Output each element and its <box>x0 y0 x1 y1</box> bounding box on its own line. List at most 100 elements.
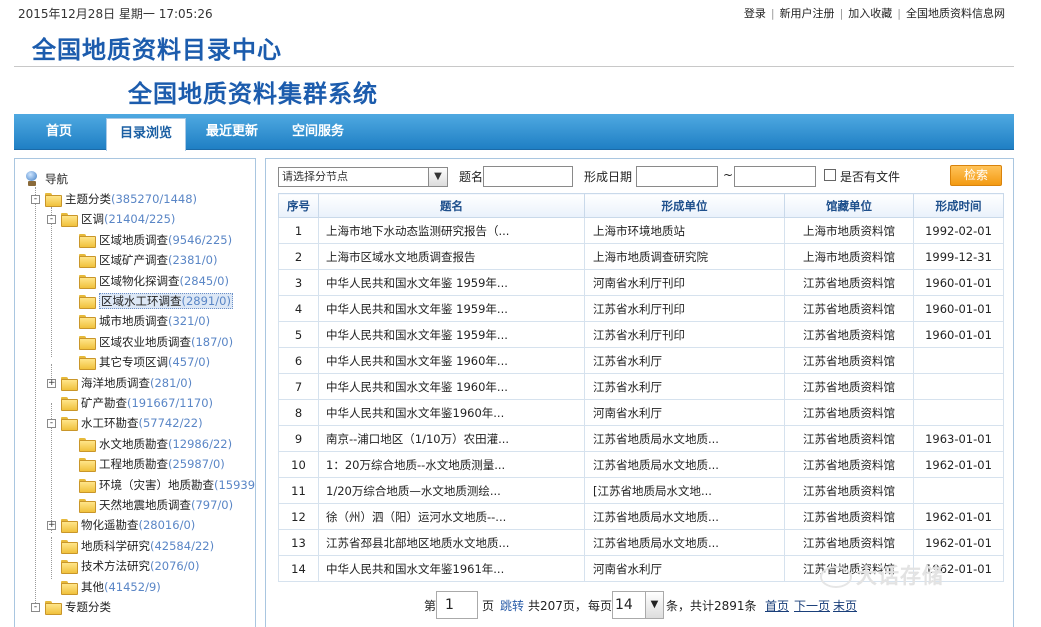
search-button[interactable]: 检索 <box>950 165 1002 186</box>
tree-node[interactable]: 技术方法研究(2076/0) <box>47 556 199 576</box>
page-suffix: 页 <box>482 599 495 613</box>
tree-node[interactable]: + 物化遥勘查(28016/0) <box>47 515 195 535</box>
next-page-link[interactable]: 下一页 <box>794 597 830 614</box>
header-divider <box>14 66 1014 67</box>
cell-title[interactable]: 中华人民共和国水文年鉴 1959年... <box>318 269 585 296</box>
table-row[interactable]: 7 中华人民共和国水文年鉴 1960年... 江苏省水利厅 江苏省地质资料馆 <box>278 373 1004 400</box>
tree-node[interactable]: 地质科学研究(42584/22) <box>47 536 214 556</box>
col-header-title[interactable]: 题名 <box>318 193 585 218</box>
expand-icon[interactable]: + <box>47 521 56 531</box>
tree-node-label: 区域农业地质调查 <box>99 334 191 349</box>
cell-title[interactable]: 中华人民共和国水文年鉴1960年... <box>318 399 585 426</box>
tree-node[interactable]: 天然地震地质调查(797/0) <box>65 495 233 515</box>
has-file-checkbox[interactable] <box>824 169 836 181</box>
cell-title[interactable]: 江苏省邳县北部地区地质水文地质... <box>318 529 585 556</box>
tree-node[interactable]: 区域农业地质调查(187/0) <box>65 332 233 352</box>
cell-title[interactable]: 中华人民共和国水文年鉴 1959年... <box>318 295 585 322</box>
tab-catalog-browse[interactable]: 目录浏览 <box>106 118 187 151</box>
tree-node[interactable]: 区域矿产调查(2381/0) <box>65 250 217 270</box>
collapse-icon[interactable]: - <box>31 195 40 204</box>
table-row[interactable]: 6 中华人民共和国水文年鉴 1960年... 江苏省水利厅 江苏省地质资料馆 <box>278 347 1004 374</box>
cell-title[interactable]: 上海市地下水动态监测研究报告（... <box>318 217 585 244</box>
tab-home[interactable]: 首页 <box>46 114 72 150</box>
collapse-icon[interactable]: - <box>47 215 56 225</box>
current-datetime: 2015年12月28日 星期一 17:05:26 <box>18 7 213 21</box>
add-favorite-link[interactable]: 加入收藏 <box>848 7 892 20</box>
tab-spatial-service[interactable]: 空间服务 <box>292 114 344 150</box>
cell-title[interactable]: 徐（州）泗（阳）运河水文地质--... <box>318 503 585 530</box>
col-header-org[interactable]: 形成单位 <box>584 193 785 218</box>
table-row[interactable]: 3 中华人民共和国水文年鉴 1959年... 河南省水利厅刊印 江苏省地质资料馆 196… <box>278 269 1004 296</box>
table-row[interactable]: 10 1：20万综合地质--水文地质测量... 江苏省地质局水文地质... 江苏省地质… <box>278 451 1004 478</box>
tree-node[interactable]: 工程地质勘查(25987/0) <box>65 454 225 474</box>
cell-no: 14 <box>278 555 319 582</box>
tree-node[interactable]: + 海洋地质调查(281/0) <box>47 373 192 393</box>
table-row[interactable]: 11 1/20万综合地质—水文地质测绘... [江苏省地质局水文地... 江苏省地质资… <box>278 477 1004 504</box>
register-link[interactable]: 新用户注册 <box>780 7 835 20</box>
collapse-icon[interactable]: - <box>31 603 40 612</box>
tree-node[interactable]: - 区调(21404/225) <box>47 209 175 229</box>
tree-node-count: (385270/1448) <box>111 192 198 206</box>
chevron-down-icon[interactable]: ▼ <box>645 592 663 618</box>
tree-node[interactable]: 区域地质调查(9546/225) <box>65 230 232 250</box>
tree-root[interactable]: 导航 <box>25 169 68 189</box>
per-page-prefix: 每页 <box>588 599 613 613</box>
chevron-down-icon[interactable]: ▼ <box>428 168 447 186</box>
tree-node[interactable]: - 水工环勘查(57742/22) <box>47 413 203 433</box>
table-row[interactable]: 4 中华人民共和国水文年鉴 1959年... 江苏省水利厅刊印 江苏省地质资料馆 196… <box>278 295 1004 322</box>
login-link[interactable]: 登录 <box>744 7 766 20</box>
folder-icon <box>61 417 78 432</box>
collapse-icon[interactable]: - <box>47 419 56 429</box>
per-page-select[interactable]: 14 ▼ <box>612 591 664 619</box>
col-header-archive[interactable]: 馆藏单位 <box>784 193 914 218</box>
cell-title[interactable]: 上海市区域水文地质调查报告 <box>318 243 585 270</box>
table-row[interactable]: 1 上海市地下水动态监测研究报告（... 上海市环境地质站 上海市地质资料馆 1992-… <box>278 217 1004 244</box>
info-network-link[interactable]: 全国地质资料信息网 <box>906 7 1005 20</box>
cell-date: 1962-01-01 <box>913 451 1004 478</box>
tree-node-count: (797/0) <box>191 498 234 512</box>
page-number-input[interactable]: 1 <box>436 591 478 619</box>
tree-node-label: 技术方法研究 <box>81 559 150 574</box>
tree-node[interactable]: 城市地质调查(321/0) <box>65 311 210 331</box>
folder-icon <box>61 519 78 534</box>
folder-icon <box>79 356 96 371</box>
tree-node[interactable]: - 专题分类 <box>31 597 111 617</box>
folder-icon <box>61 397 78 411</box>
last-page-link[interactable]: 末页 <box>833 597 857 614</box>
tree-node[interactable]: 区域水工环调查(2891/0) <box>65 291 233 311</box>
table-row[interactable]: 8 中华人民共和国水文年鉴1960年... 河南省水利厅 江苏省地质资料馆 <box>278 399 1004 426</box>
tree-node[interactable]: - 主题分类(385270/1448) <box>31 189 197 209</box>
table-row[interactable]: 2 上海市区域水文地质调查报告 上海市地质调查研究院 上海市地质资料馆 1999-12-… <box>278 243 1004 270</box>
section-select[interactable]: 请选择分节点 ▼ <box>278 167 448 187</box>
cell-title[interactable]: 中华人民共和国水文年鉴1961年... <box>318 555 585 582</box>
table-row[interactable]: 5 中华人民共和国水文年鉴 1959年... 江苏省水利厅刊印 江苏省地质资料馆 196… <box>278 321 1004 348</box>
table-row[interactable]: 9 南京--浦口地区（1/10万）农田灌... 江苏省地质局水文地质... 江苏省地质… <box>278 425 1004 452</box>
tree-node[interactable]: 其它专项区调(457/0) <box>65 352 210 372</box>
cell-title[interactable]: 中华人民共和国水文年鉴 1959年... <box>318 321 585 348</box>
col-header-date[interactable]: 形成时间 <box>913 193 1004 218</box>
table-header-row: 序号 题名 形成单位 馆藏单位 形成时间 <box>278 193 1004 218</box>
col-header-no[interactable]: 序号 <box>278 193 319 218</box>
folder-icon <box>79 315 96 330</box>
table-row[interactable]: 12 徐（州）泗（阳）运河水文地质--... 江苏省地质局水文地质... 江苏省地质资… <box>278 503 1004 530</box>
expand-icon[interactable]: + <box>47 378 56 388</box>
tree-node[interactable]: 水文地质勘查(12986/22) <box>65 434 232 454</box>
table-row[interactable]: 13 江苏省邳县北部地区地质水文地质... 江苏省地质局水文地质... 江苏省地质资料… <box>278 529 1004 556</box>
tree-node[interactable]: 区域物化探调查(2845/0) <box>65 271 229 291</box>
date-to-input[interactable] <box>734 166 816 187</box>
title-input[interactable] <box>483 166 573 187</box>
cell-title[interactable]: 南京--浦口地区（1/10万）农田灌... <box>318 425 585 452</box>
jump-link[interactable]: 跳转 <box>500 597 524 614</box>
cell-title[interactable]: 中华人民共和国水文年鉴 1960年... <box>318 373 585 400</box>
tree-node[interactable]: 环境（灾害）地质勘查(15939 <box>65 475 255 495</box>
cell-title[interactable]: 中华人民共和国水文年鉴 1960年... <box>318 347 585 374</box>
cell-title[interactable]: 1/20万综合地质—水文地质测绘... <box>318 477 585 504</box>
first-page-link[interactable]: 首页 <box>765 597 789 614</box>
date-from-input[interactable] <box>636 166 718 187</box>
tree-node[interactable]: 矿产勘查(191667/1170) <box>47 393 213 413</box>
tree-node-text: 专题分类 <box>65 600 111 614</box>
tab-recent-updates[interactable]: 最近更新 <box>206 114 258 150</box>
tree-node[interactable]: 其他(41452/9) <box>47 577 161 597</box>
cell-archive: 江苏省地质资料馆 <box>784 295 914 322</box>
cell-title[interactable]: 1：20万综合地质--水文地质测量... <box>318 451 585 478</box>
